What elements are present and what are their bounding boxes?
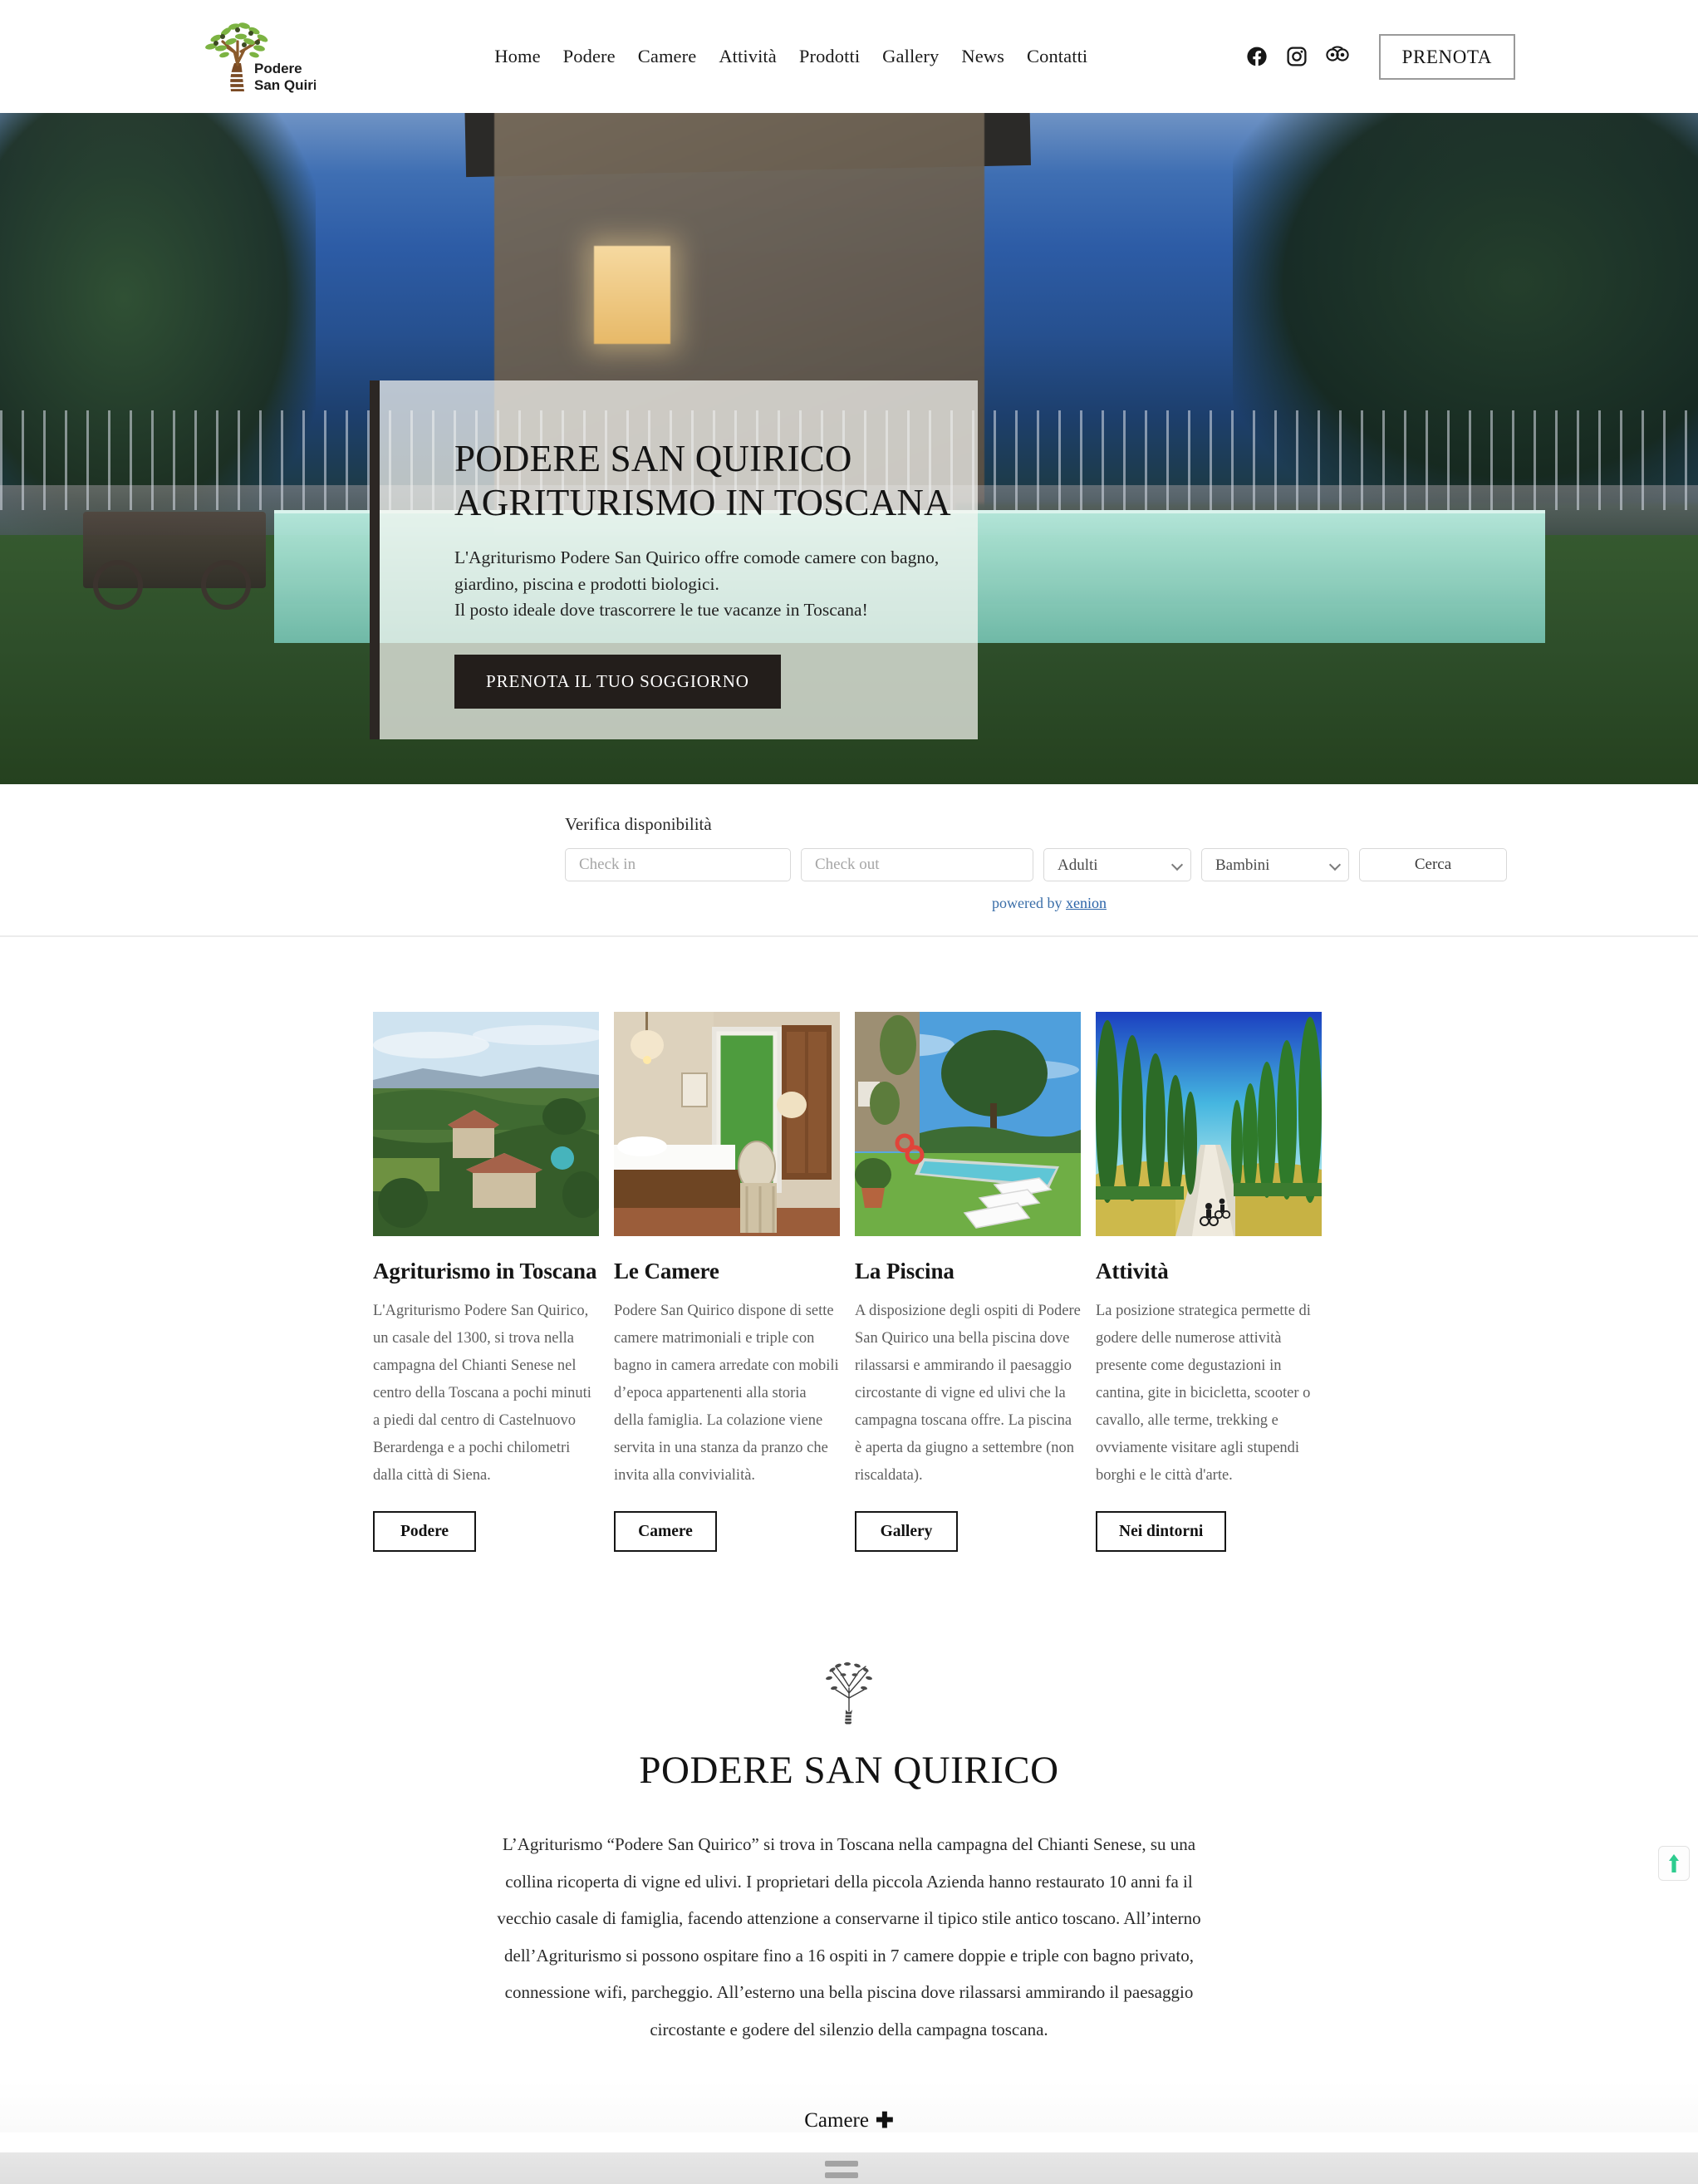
nav-item-contatti[interactable]: Contatti: [1027, 46, 1087, 67]
card-title: Le Camere: [614, 1259, 719, 1283]
hero-subtitle: L'Agriturismo Podere San Quirico offre c…: [454, 547, 940, 620]
adults-select-wrapper: Adulti: [1043, 848, 1191, 881]
olive-tree-icon: [826, 1662, 872, 1725]
nav-item-camere[interactable]: Camere: [638, 46, 697, 67]
xenion-link[interactable]: xenion: [1066, 895, 1107, 911]
plus-icon: ✚: [875, 2108, 894, 2133]
tripadvisor-icon[interactable]: [1325, 46, 1349, 67]
prenota-button[interactable]: PRENOTA: [1378, 33, 1515, 80]
feature-card: La Piscina A disposizione degli ospiti d…: [855, 1012, 1081, 1553]
adults-select[interactable]: Adulti: [1043, 848, 1191, 881]
card-title: La Piscina: [855, 1259, 955, 1283]
facebook-icon[interactable]: [1246, 46, 1268, 67]
feature-cards-section: Agriturismo in Toscana L'Agriturismo Pod…: [0, 937, 1698, 1611]
scroll-to-top-button[interactable]: [1658, 1846, 1690, 1881]
nav-item-prodotti[interactable]: Prodotti: [799, 46, 860, 67]
card-title: Attività: [1096, 1259, 1169, 1283]
powered-by-label: powered by: [992, 895, 1066, 911]
card-description: La posizione strategica permette di gode…: [1096, 1303, 1311, 1484]
hero-cart-decor: [83, 512, 266, 610]
checkout-input[interactable]: [801, 848, 1033, 881]
about-paragraph: L’Agriturismo “Podere San Quirico” si tr…: [497, 1834, 1201, 2039]
availability-search-bar: Verifica disponibilità Adulti Bambini Ce…: [0, 784, 1698, 937]
accordion-toggle-camere[interactable]: Camere ✚: [804, 2109, 894, 2132]
instagram-icon[interactable]: [1286, 46, 1308, 67]
children-select[interactable]: Bambini: [1201, 848, 1349, 881]
nav-item-podere[interactable]: Podere: [563, 46, 616, 67]
drag-handle-line[interactable]: [825, 2172, 858, 2179]
accordion-label: Camere: [804, 2109, 869, 2132]
nav-item-home[interactable]: Home: [494, 46, 540, 67]
olive-tree-logo-icon: Podere San Quirico: [205, 22, 316, 93]
about-title: PODERE SAN QUIRICO: [639, 1749, 1059, 1793]
about-section: PODERE SAN QUIRICO L’Agriturismo “Podere…: [0, 1610, 1698, 2082]
bottom-bar: [0, 2152, 1698, 2184]
arrow-up-icon: [1669, 1854, 1679, 1872]
nav-item-attivita[interactable]: Attività: [719, 46, 777, 67]
card-button-gallery[interactable]: Gallery: [855, 1510, 958, 1553]
card-button-nei-dintorni[interactable]: Nei dintorni: [1096, 1510, 1227, 1553]
feature-card: Agriturismo in Toscana L'Agriturismo Pod…: [373, 1012, 599, 1553]
card-image-attivita[interactable]: [1096, 1012, 1322, 1236]
primary-navigation: Home Podere Camere Attività Prodotti Gal…: [316, 46, 1246, 67]
logo-text-line2: San Quirico: [254, 77, 316, 93]
children-select-wrapper: Bambini: [1201, 848, 1349, 881]
nav-item-news[interactable]: News: [961, 46, 1004, 67]
card-button-podere[interactable]: Podere: [373, 1510, 476, 1553]
card-description: A disposizione degli ospiti di Podere Sa…: [855, 1303, 1081, 1484]
card-image-camere[interactable]: [614, 1012, 840, 1236]
page-root: Podere San Quirico Home Podere Camere At…: [0, 0, 1698, 2184]
hero-overlay-panel: PODERE SAN QUIRICO AGRITURISMO IN TOSCAN…: [370, 380, 978, 739]
card-description: L'Agriturismo Podere San Quirico, un cas…: [373, 1303, 591, 1484]
logo-text-line1: Podere: [254, 61, 302, 76]
feature-card: Attività La posizione strategica permett…: [1096, 1012, 1322, 1553]
drag-handle-line[interactable]: [825, 2161, 858, 2167]
social-links: [1246, 46, 1349, 67]
site-header: Podere San Quirico Home Podere Camere At…: [0, 0, 1698, 113]
search-button[interactable]: Cerca: [1359, 848, 1507, 881]
accordion-section: Camere ✚: [0, 2081, 1698, 2133]
about-tree-icon-wrapper: [0, 1660, 1698, 1730]
nav-item-gallery[interactable]: Gallery: [882, 46, 939, 67]
card-button-camere[interactable]: Camere: [614, 1510, 717, 1553]
hero-cta-button[interactable]: PRENOTA IL TUO SOGGIORNO: [454, 655, 781, 709]
card-image-agriturismo[interactable]: [373, 1012, 599, 1236]
powered-by-text: powered by xenion: [196, 895, 1515, 912]
site-logo[interactable]: Podere San Quirico: [183, 15, 316, 98]
checkin-input[interactable]: [565, 848, 791, 881]
card-description: Podere San Quirico dispone di sette came…: [614, 1303, 839, 1484]
feature-card: Le Camere Podere San Quirico dispone di …: [614, 1012, 840, 1553]
card-title: Agriturismo in Toscana: [373, 1259, 597, 1283]
availability-label: Verifica disponibilità: [565, 814, 712, 834]
hero-section: PODERE SAN QUIRICO AGRITURISMO IN TOSCAN…: [0, 113, 1698, 784]
hero-title: PODERE SAN QUIRICO AGRITURISMO IN TOSCAN…: [454, 438, 951, 524]
card-image-piscina[interactable]: [855, 1012, 1081, 1236]
